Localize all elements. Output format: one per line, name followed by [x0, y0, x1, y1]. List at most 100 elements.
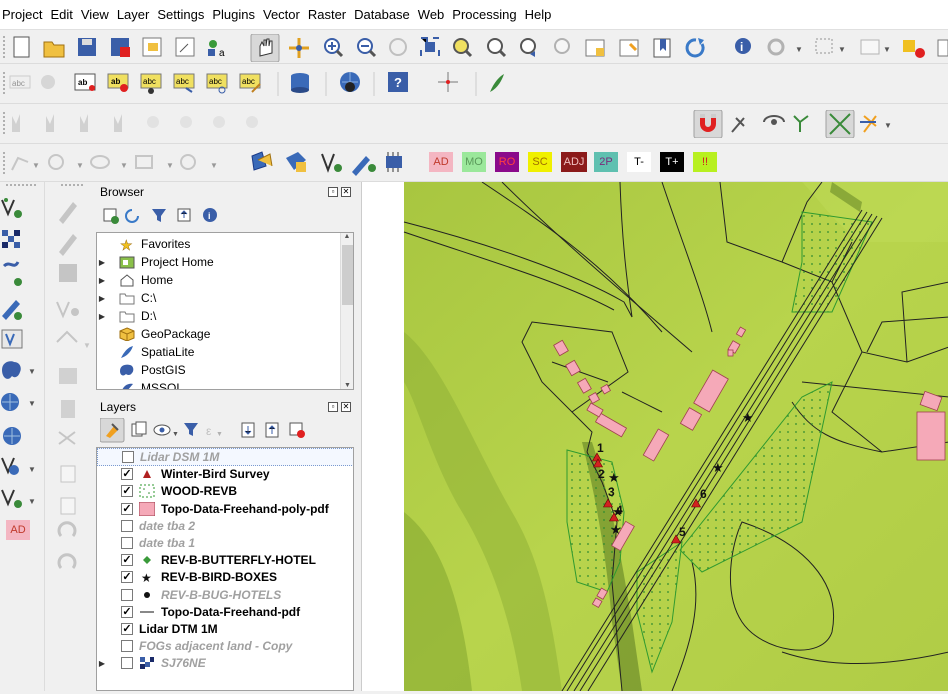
- toolbar-handle[interactable]: [3, 36, 6, 58]
- browser-item[interactable]: ★ Favorites: [97, 235, 191, 254]
- svg-text:ab: ab: [78, 78, 87, 87]
- toolbar-handle[interactable]: [3, 72, 6, 94]
- browser-item[interactable]: GeoPackage: [97, 325, 210, 343]
- layer-visibility-checkbox[interactable]: ✓: [121, 605, 133, 618]
- label-button-ad[interactable]: AD: [429, 152, 453, 172]
- layer-row[interactable]: ✓ Topo-Data-Freehand-poly-pdf: [97, 500, 353, 518]
- svg-text:▼: ▼: [28, 497, 36, 506]
- label-button-mo[interactable]: MO: [462, 152, 486, 172]
- new-map-view-icon: [585, 39, 605, 57]
- menu-layer[interactable]: Layer: [115, 7, 155, 22]
- label-button-ro[interactable]: RO: [495, 152, 519, 172]
- layer-row[interactable]: ✓ Winter-Bird Survey: [97, 465, 353, 483]
- menu-database[interactable]: Database: [352, 7, 415, 22]
- layer-visibility-checkbox[interactable]: ✓: [121, 468, 133, 481]
- svg-text:ab: ab: [111, 77, 120, 86]
- menu-processing[interactable]: Processing: [450, 7, 521, 22]
- browser-item-label: Project Home: [141, 255, 214, 269]
- label-button-xx[interactable]: !!: [693, 152, 717, 172]
- run-action-icon: [767, 38, 785, 56]
- menu-web[interactable]: Web: [416, 7, 450, 22]
- digitize-line-icon: [321, 153, 342, 173]
- label-button-tx[interactable]: T-: [627, 152, 651, 172]
- layer-row[interactable]: date tba 2: [97, 517, 353, 535]
- layer-visibility-checkbox[interactable]: ✓: [121, 571, 133, 584]
- layer-visibility-checkbox[interactable]: ✓: [121, 623, 133, 635]
- layer-diagram-icon: [41, 75, 55, 89]
- menu-help[interactable]: Help: [523, 7, 557, 22]
- expand-arrow-icon[interactable]: ▶: [97, 294, 107, 303]
- layer-name: REV-B-BUTTERFLY-HOTEL: [161, 553, 316, 568]
- snap-intersection-icon: [763, 115, 785, 125]
- label-button-adj[interactable]: ADJ: [561, 152, 587, 172]
- star-icon: ★: [119, 237, 135, 254]
- move-feature-icon: [56, 330, 78, 343]
- layer-row[interactable]: ✓ REV-B-BUTTERFLY-HOTEL: [97, 551, 353, 569]
- menu-vector[interactable]: Vector: [261, 7, 305, 22]
- layer-visibility-checkbox[interactable]: [121, 657, 133, 670]
- save-edits-icon: [59, 264, 77, 282]
- browser-item[interactable]: ▶ Home: [97, 271, 173, 289]
- layer-row[interactable]: FOGs adjacent land - Copy: [97, 637, 353, 655]
- layer-symbol-icon: [139, 656, 155, 670]
- menu-plugins[interactable]: Plugins: [210, 7, 260, 22]
- menu-raster[interactable]: Raster: [306, 7, 351, 22]
- simplify-feature-icon: [46, 114, 54, 132]
- layer-row[interactable]: Lidar DSM 1M: [97, 448, 353, 466]
- layer-visibility-checkbox[interactable]: [121, 537, 133, 549]
- layer-row[interactable]: REV-B-BUG-HOTELS: [97, 586, 353, 604]
- browser-item[interactable]: ▶ D:\: [97, 307, 156, 325]
- rotate-feature-icon: [12, 114, 20, 132]
- toolbar-handle[interactable]: [3, 112, 6, 134]
- zoom-last-icon: [520, 38, 536, 57]
- scrollbar-thumb[interactable]: [342, 245, 353, 305]
- layer-row[interactable]: ✓ Topo-Data-Freehand-pdf: [97, 603, 353, 621]
- layer-row[interactable]: ▶ SJ76NE: [97, 654, 353, 672]
- label-button-2p[interactable]: 2P: [594, 152, 618, 172]
- save-project-icon: [78, 38, 96, 56]
- show-hide-labels-icon: ab: [107, 73, 129, 92]
- expand-arrow-icon[interactable]: ▶: [97, 258, 107, 267]
- close-panel-button[interactable]: ✕: [341, 402, 351, 412]
- layer-row[interactable]: ✓ Lidar DTM 1M: [97, 620, 353, 638]
- browser-item[interactable]: PostGIS: [97, 361, 186, 379]
- expand-arrow-icon[interactable]: ▶: [97, 312, 107, 321]
- layer-visibility-checkbox[interactable]: [121, 588, 133, 601]
- layer-visibility-checkbox[interactable]: ✓: [121, 502, 133, 515]
- expand-arrow-icon[interactable]: ▶: [97, 659, 107, 668]
- close-panel-button[interactable]: ✕: [341, 187, 351, 197]
- label-ad-button[interactable]: AD: [6, 520, 30, 540]
- label-button-tx[interactable]: T+: [660, 152, 684, 172]
- map-canvas[interactable]: ★ ★ ★ ★ ★ 123456: [361, 181, 948, 692]
- menu-view[interactable]: View: [79, 7, 114, 22]
- map-render[interactable]: ★ ★ ★ ★ ★ 123456: [362, 181, 948, 692]
- layer-visibility-checkbox[interactable]: [122, 451, 134, 463]
- collapse-all-icon: [177, 208, 191, 222]
- menu-project[interactable]: Project: [0, 7, 47, 22]
- browser-item[interactable]: MSSQL: [97, 379, 183, 389]
- layer-symbol-icon: [139, 467, 155, 481]
- layer-visibility-checkbox[interactable]: [121, 519, 133, 532]
- svg-text:i: i: [740, 40, 743, 54]
- float-panel-button[interactable]: ▫: [328, 402, 338, 412]
- overflow-icon: [937, 39, 948, 57]
- browser-item[interactable]: ▶ C:\: [97, 289, 156, 307]
- layer-visibility-checkbox[interactable]: [121, 640, 133, 653]
- float-panel-button[interactable]: ▫: [328, 187, 338, 197]
- browser-item[interactable]: ▶ Project Home: [97, 253, 214, 271]
- layer-row[interactable]: ✓ WOOD-REVB: [97, 482, 353, 500]
- toolbar-handle[interactable]: [3, 152, 6, 174]
- layer-visibility-checkbox[interactable]: ✓: [121, 554, 133, 567]
- menu-settings[interactable]: Settings: [155, 7, 209, 22]
- label-button-sc[interactable]: SC: [528, 152, 552, 172]
- menu-edit[interactable]: Edit: [48, 7, 77, 22]
- layer-visibility-checkbox[interactable]: ✓: [121, 485, 133, 498]
- delete-part-icon: [213, 116, 225, 128]
- layer-row[interactable]: date tba 1: [97, 534, 353, 552]
- layer-name: Winter-Bird Survey: [161, 467, 270, 482]
- browser-scrollbar[interactable]: ▲ ▼: [340, 233, 353, 389]
- layer-row[interactable]: ✓ ★ REV-B-BIRD-BOXES: [97, 568, 353, 586]
- svg-text:abc: abc: [242, 77, 255, 86]
- expand-arrow-icon[interactable]: ▶: [97, 276, 107, 285]
- browser-item[interactable]: SpatiaLite: [97, 343, 194, 361]
